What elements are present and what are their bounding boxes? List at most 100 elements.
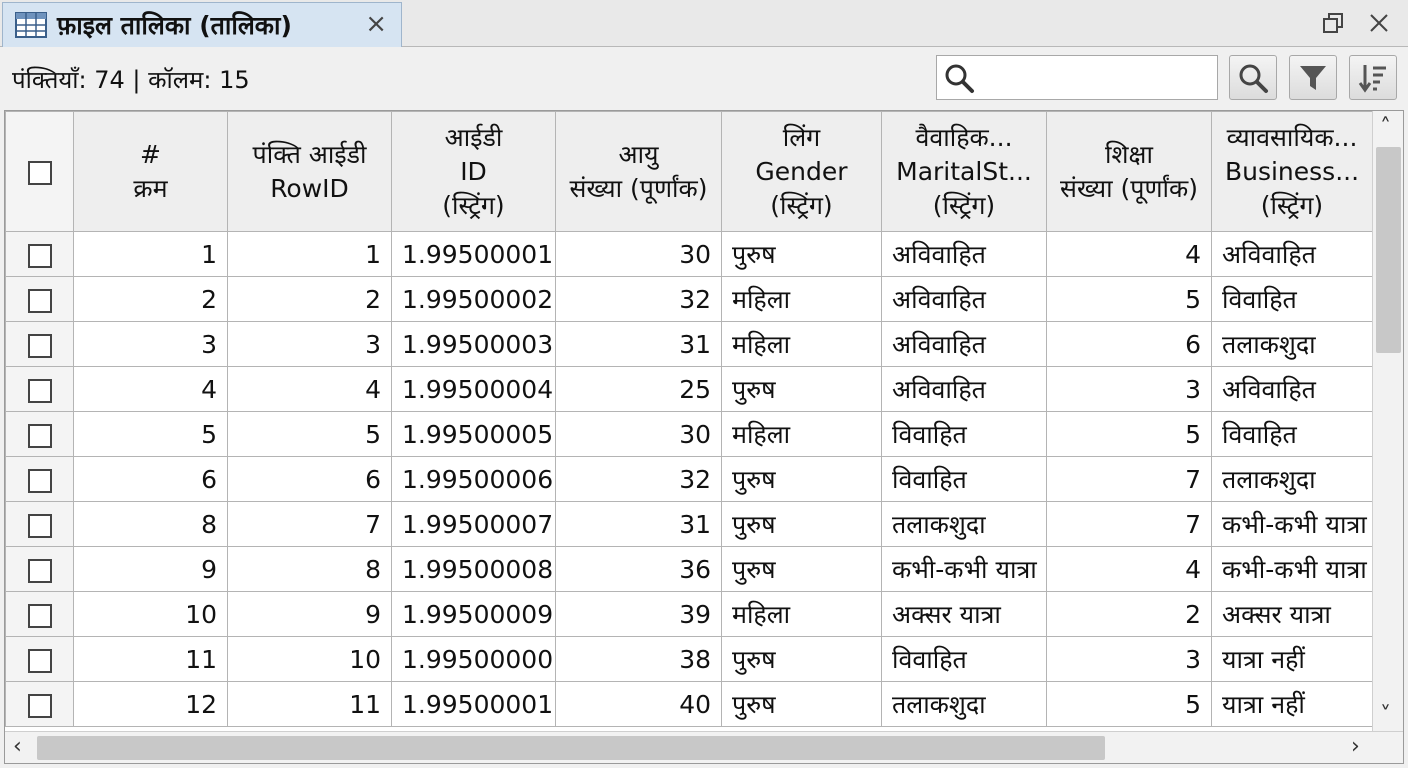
cell-gender[interactable]: महिला bbox=[721, 276, 882, 322]
cell-marital-status[interactable]: अविवाहित bbox=[881, 321, 1047, 367]
column-header-order[interactable]: # क्रम bbox=[73, 111, 228, 232]
cell-order[interactable]: 10 bbox=[73, 591, 228, 637]
table-row[interactable]: 5 5 1.99500005 30 महिला विवाहित 5 विवाहित bbox=[5, 411, 1373, 457]
tab-close-icon[interactable]: × bbox=[365, 11, 387, 37]
scroll-right-icon[interactable]: › bbox=[1351, 736, 1360, 758]
cell-gender[interactable]: पुरुष bbox=[721, 366, 882, 412]
cell-id[interactable]: 1.99500001 bbox=[391, 231, 556, 277]
cell-rowid[interactable]: 6 bbox=[227, 456, 392, 502]
cell-business[interactable]: अविवाहित bbox=[1211, 231, 1373, 277]
row-checkbox[interactable] bbox=[5, 501, 74, 547]
cell-gender[interactable]: पुरुष bbox=[721, 681, 882, 727]
cell-education[interactable]: 5 bbox=[1046, 276, 1212, 322]
cell-order[interactable]: 1 bbox=[73, 231, 228, 277]
cell-id[interactable]: 1.99500007 bbox=[391, 501, 556, 547]
cell-age[interactable]: 32 bbox=[555, 276, 722, 322]
scroll-up-icon[interactable]: ˄ bbox=[1380, 117, 1391, 139]
cell-education[interactable]: 4 bbox=[1046, 231, 1212, 277]
cell-gender[interactable]: महिला bbox=[721, 591, 882, 637]
cell-business[interactable]: तलाकशुदा bbox=[1211, 456, 1373, 502]
table-row[interactable]: 3 3 1.99500003 31 महिला अविवाहित 6 तलाकशुदा bbox=[5, 321, 1373, 367]
cell-age[interactable]: 40 bbox=[555, 681, 722, 727]
column-header-business[interactable]: व्यावसायिक... Business... (स्ट्रिंग) bbox=[1211, 111, 1373, 232]
table-row[interactable]: 8 7 1.99500007 31 पुरुष तलाकशुदा 7 कभी-कभी यात्… bbox=[5, 501, 1373, 547]
vertical-scroll-thumb[interactable] bbox=[1376, 147, 1401, 353]
cell-order[interactable]: 8 bbox=[73, 501, 228, 547]
window-close-icon[interactable] bbox=[1364, 8, 1394, 38]
cell-age[interactable]: 31 bbox=[555, 501, 722, 547]
row-checkbox[interactable] bbox=[5, 546, 74, 592]
cell-rowid[interactable]: 2 bbox=[227, 276, 392, 322]
scroll-down-icon[interactable]: ˅ bbox=[1380, 705, 1391, 727]
row-checkbox[interactable] bbox=[5, 321, 74, 367]
cell-gender[interactable]: महिला bbox=[721, 411, 882, 457]
cell-education[interactable]: 6 bbox=[1046, 321, 1212, 367]
row-checkbox[interactable] bbox=[5, 231, 74, 277]
cell-gender[interactable]: पुरुष bbox=[721, 546, 882, 592]
cell-business[interactable]: यात्रा नहीं bbox=[1211, 681, 1373, 727]
scroll-left-icon[interactable]: ‹ bbox=[13, 736, 22, 758]
column-header-gender[interactable]: लिंग Gender (स्ट्रिंग) bbox=[721, 111, 882, 232]
column-header-marital-status[interactable]: वैवाहिक... MaritalSt... (स्ट्रिंग) bbox=[881, 111, 1047, 232]
row-checkbox[interactable] bbox=[5, 681, 74, 727]
column-header-rowid[interactable]: पंक्ति आईडी RowID bbox=[227, 111, 392, 232]
row-checkbox[interactable] bbox=[5, 456, 74, 502]
sort-button[interactable] bbox=[1349, 55, 1397, 100]
cell-marital-status[interactable]: कभी-कभी यात्रा bbox=[881, 546, 1047, 592]
row-checkbox[interactable] bbox=[5, 636, 74, 682]
select-all-checkbox[interactable] bbox=[5, 111, 74, 232]
table-row[interactable]: 10 9 1.99500009 39 महिला अक्सर यात्रा 2 अक्सर य… bbox=[5, 591, 1373, 637]
cell-marital-status[interactable]: अविवाहित bbox=[881, 276, 1047, 322]
cell-gender[interactable]: महिला bbox=[721, 321, 882, 367]
cell-rowid[interactable]: 1 bbox=[227, 231, 392, 277]
cell-education[interactable]: 5 bbox=[1046, 681, 1212, 727]
cell-age[interactable]: 39 bbox=[555, 591, 722, 637]
search-box[interactable] bbox=[936, 55, 1218, 100]
table-row[interactable]: 12 11 1.99500001 40 पुरुष तलाकशुदा 5 यात्रा नही… bbox=[5, 681, 1373, 727]
cell-id[interactable]: 1.99500001 bbox=[391, 681, 556, 727]
cell-marital-status[interactable]: विवाहित bbox=[881, 636, 1047, 682]
horizontal-scrollbar[interactable]: ‹ › bbox=[5, 731, 1403, 763]
cell-gender[interactable]: पुरुष bbox=[721, 501, 882, 547]
cell-business[interactable]: यात्रा नहीं bbox=[1211, 636, 1373, 682]
cell-order[interactable]: 9 bbox=[73, 546, 228, 592]
cell-business[interactable]: अक्सर यात्रा bbox=[1211, 591, 1373, 637]
cell-order[interactable]: 5 bbox=[73, 411, 228, 457]
cell-rowid[interactable]: 9 bbox=[227, 591, 392, 637]
cell-age[interactable]: 38 bbox=[555, 636, 722, 682]
column-header-age[interactable]: आयु संख्या (पूर्णांक) bbox=[555, 111, 722, 232]
table-row[interactable]: 9 8 1.99500008 36 पुरुष कभी-कभी यात्रा 4 कभी-कभ… bbox=[5, 546, 1373, 592]
cell-age[interactable]: 32 bbox=[555, 456, 722, 502]
cell-rowid[interactable]: 10 bbox=[227, 636, 392, 682]
cell-order[interactable]: 2 bbox=[73, 276, 228, 322]
row-checkbox[interactable] bbox=[5, 366, 74, 412]
cell-order[interactable]: 12 bbox=[73, 681, 228, 727]
cell-marital-status[interactable]: अविवाहित bbox=[881, 231, 1047, 277]
cell-age[interactable]: 31 bbox=[555, 321, 722, 367]
cell-gender[interactable]: पुरुष bbox=[721, 636, 882, 682]
cell-education[interactable]: 5 bbox=[1046, 411, 1212, 457]
cell-business[interactable]: कभी-कभी यात्रा bbox=[1211, 501, 1373, 547]
cell-id[interactable]: 1.99500004 bbox=[391, 366, 556, 412]
cell-id[interactable]: 1.99500000 bbox=[391, 636, 556, 682]
row-checkbox[interactable] bbox=[5, 276, 74, 322]
column-header-education[interactable]: शिक्षा संख्या (पूर्णांक) bbox=[1046, 111, 1212, 232]
cell-business[interactable]: कभी-कभी यात्रा bbox=[1211, 546, 1373, 592]
cell-id[interactable]: 1.99500006 bbox=[391, 456, 556, 502]
cell-education[interactable]: 4 bbox=[1046, 546, 1212, 592]
column-header-id[interactable]: आईडी ID (स्ट्रिंग) bbox=[391, 111, 556, 232]
cell-rowid[interactable]: 5 bbox=[227, 411, 392, 457]
cell-age[interactable]: 36 bbox=[555, 546, 722, 592]
filter-button[interactable] bbox=[1289, 55, 1337, 100]
cell-marital-status[interactable]: तलाकशुदा bbox=[881, 501, 1047, 547]
table-row[interactable]: 6 6 1.99500006 32 पुरुष विवाहित 7 तलाकशुदा bbox=[5, 456, 1373, 502]
cell-order[interactable]: 6 bbox=[73, 456, 228, 502]
cell-age[interactable]: 25 bbox=[555, 366, 722, 412]
cell-education[interactable]: 7 bbox=[1046, 501, 1212, 547]
cell-business[interactable]: विवाहित bbox=[1211, 411, 1373, 457]
cell-id[interactable]: 1.99500008 bbox=[391, 546, 556, 592]
cell-id[interactable]: 1.99500002 bbox=[391, 276, 556, 322]
cell-rowid[interactable]: 8 bbox=[227, 546, 392, 592]
cell-gender[interactable]: पुरुष bbox=[721, 456, 882, 502]
cell-rowid[interactable]: 3 bbox=[227, 321, 392, 367]
